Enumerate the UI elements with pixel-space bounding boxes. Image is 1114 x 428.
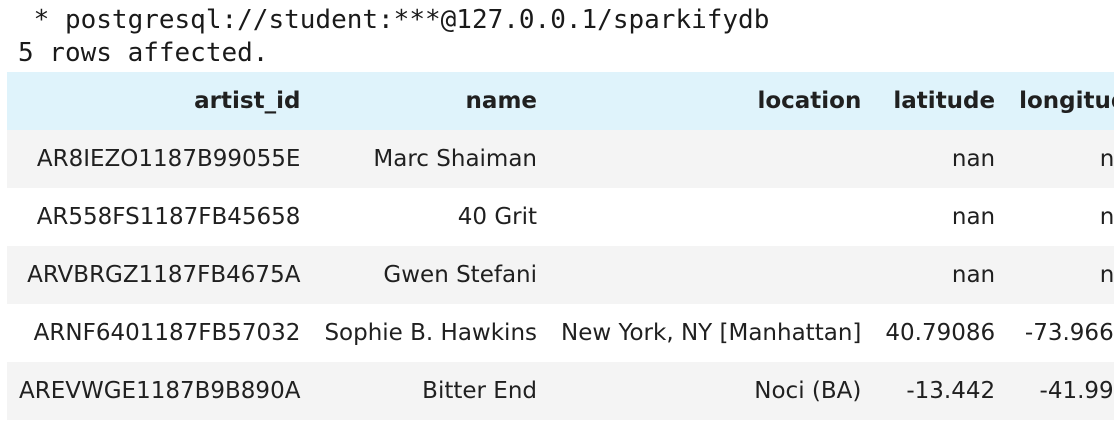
table-row: ARVBRGZ1187FB4675A Gwen Stefani nan nan bbox=[7, 246, 1114, 304]
table-row: ARNF6401187FB57032 Sophie B. Hawkins New… bbox=[7, 304, 1114, 362]
cell-location bbox=[549, 130, 874, 188]
cell-longitude: nan bbox=[1007, 246, 1114, 304]
table-row: AR558FS1187FB45658 40 Grit nan nan bbox=[7, 188, 1114, 246]
cell-location bbox=[549, 246, 874, 304]
cell-name: Bitter End bbox=[312, 362, 550, 420]
cell-latitude: -13.442 bbox=[873, 362, 1008, 420]
connection-string: * postgresql://student:***@127.0.0.1/spa… bbox=[18, 5, 770, 35]
cell-artist-id: AR8IEZO1187B99055E bbox=[7, 130, 313, 188]
cell-longitude: nan bbox=[1007, 130, 1114, 188]
cell-latitude: 40.79086 bbox=[873, 304, 1008, 362]
cell-longitude: nan bbox=[1007, 188, 1114, 246]
cell-artist-id: ARVBRGZ1187FB4675A bbox=[7, 246, 313, 304]
cell-longitude: -41.9952 bbox=[1007, 362, 1114, 420]
cell-name: Sophie B. Hawkins bbox=[312, 304, 550, 362]
column-header-longitude: longitude bbox=[1007, 72, 1114, 130]
table-row: AR8IEZO1187B99055E Marc Shaiman nan nan bbox=[7, 130, 1114, 188]
cell-name: Gwen Stefani bbox=[312, 246, 550, 304]
cell-latitude: nan bbox=[873, 246, 1008, 304]
cell-artist-id: AR558FS1187FB45658 bbox=[7, 188, 313, 246]
column-header-artist-id: artist_id bbox=[7, 72, 313, 130]
column-header-location: location bbox=[549, 72, 874, 130]
query-result-table: artist_id name location latitude longitu… bbox=[7, 72, 1114, 420]
cell-name: Marc Shaiman bbox=[312, 130, 550, 188]
cell-location bbox=[549, 188, 874, 246]
cell-name: 40 Grit bbox=[312, 188, 550, 246]
table-row: AREVWGE1187B9B890A Bitter End Noci (BA) … bbox=[7, 362, 1114, 420]
column-header-name: name bbox=[312, 72, 550, 130]
rows-affected-message: 5 rows affected. bbox=[18, 38, 269, 68]
column-header-latitude: latitude bbox=[873, 72, 1008, 130]
cell-location: New York, NY [Manhattan] bbox=[549, 304, 874, 362]
cell-artist-id: ARNF6401187FB57032 bbox=[7, 304, 313, 362]
cell-location: Noci (BA) bbox=[549, 362, 874, 420]
cell-longitude: -73.96644 bbox=[1007, 304, 1114, 362]
cell-latitude: nan bbox=[873, 130, 1008, 188]
cell-artist-id: AREVWGE1187B9B890A bbox=[7, 362, 313, 420]
cell-latitude: nan bbox=[873, 188, 1008, 246]
table-header-row: artist_id name location latitude longitu… bbox=[7, 72, 1114, 130]
